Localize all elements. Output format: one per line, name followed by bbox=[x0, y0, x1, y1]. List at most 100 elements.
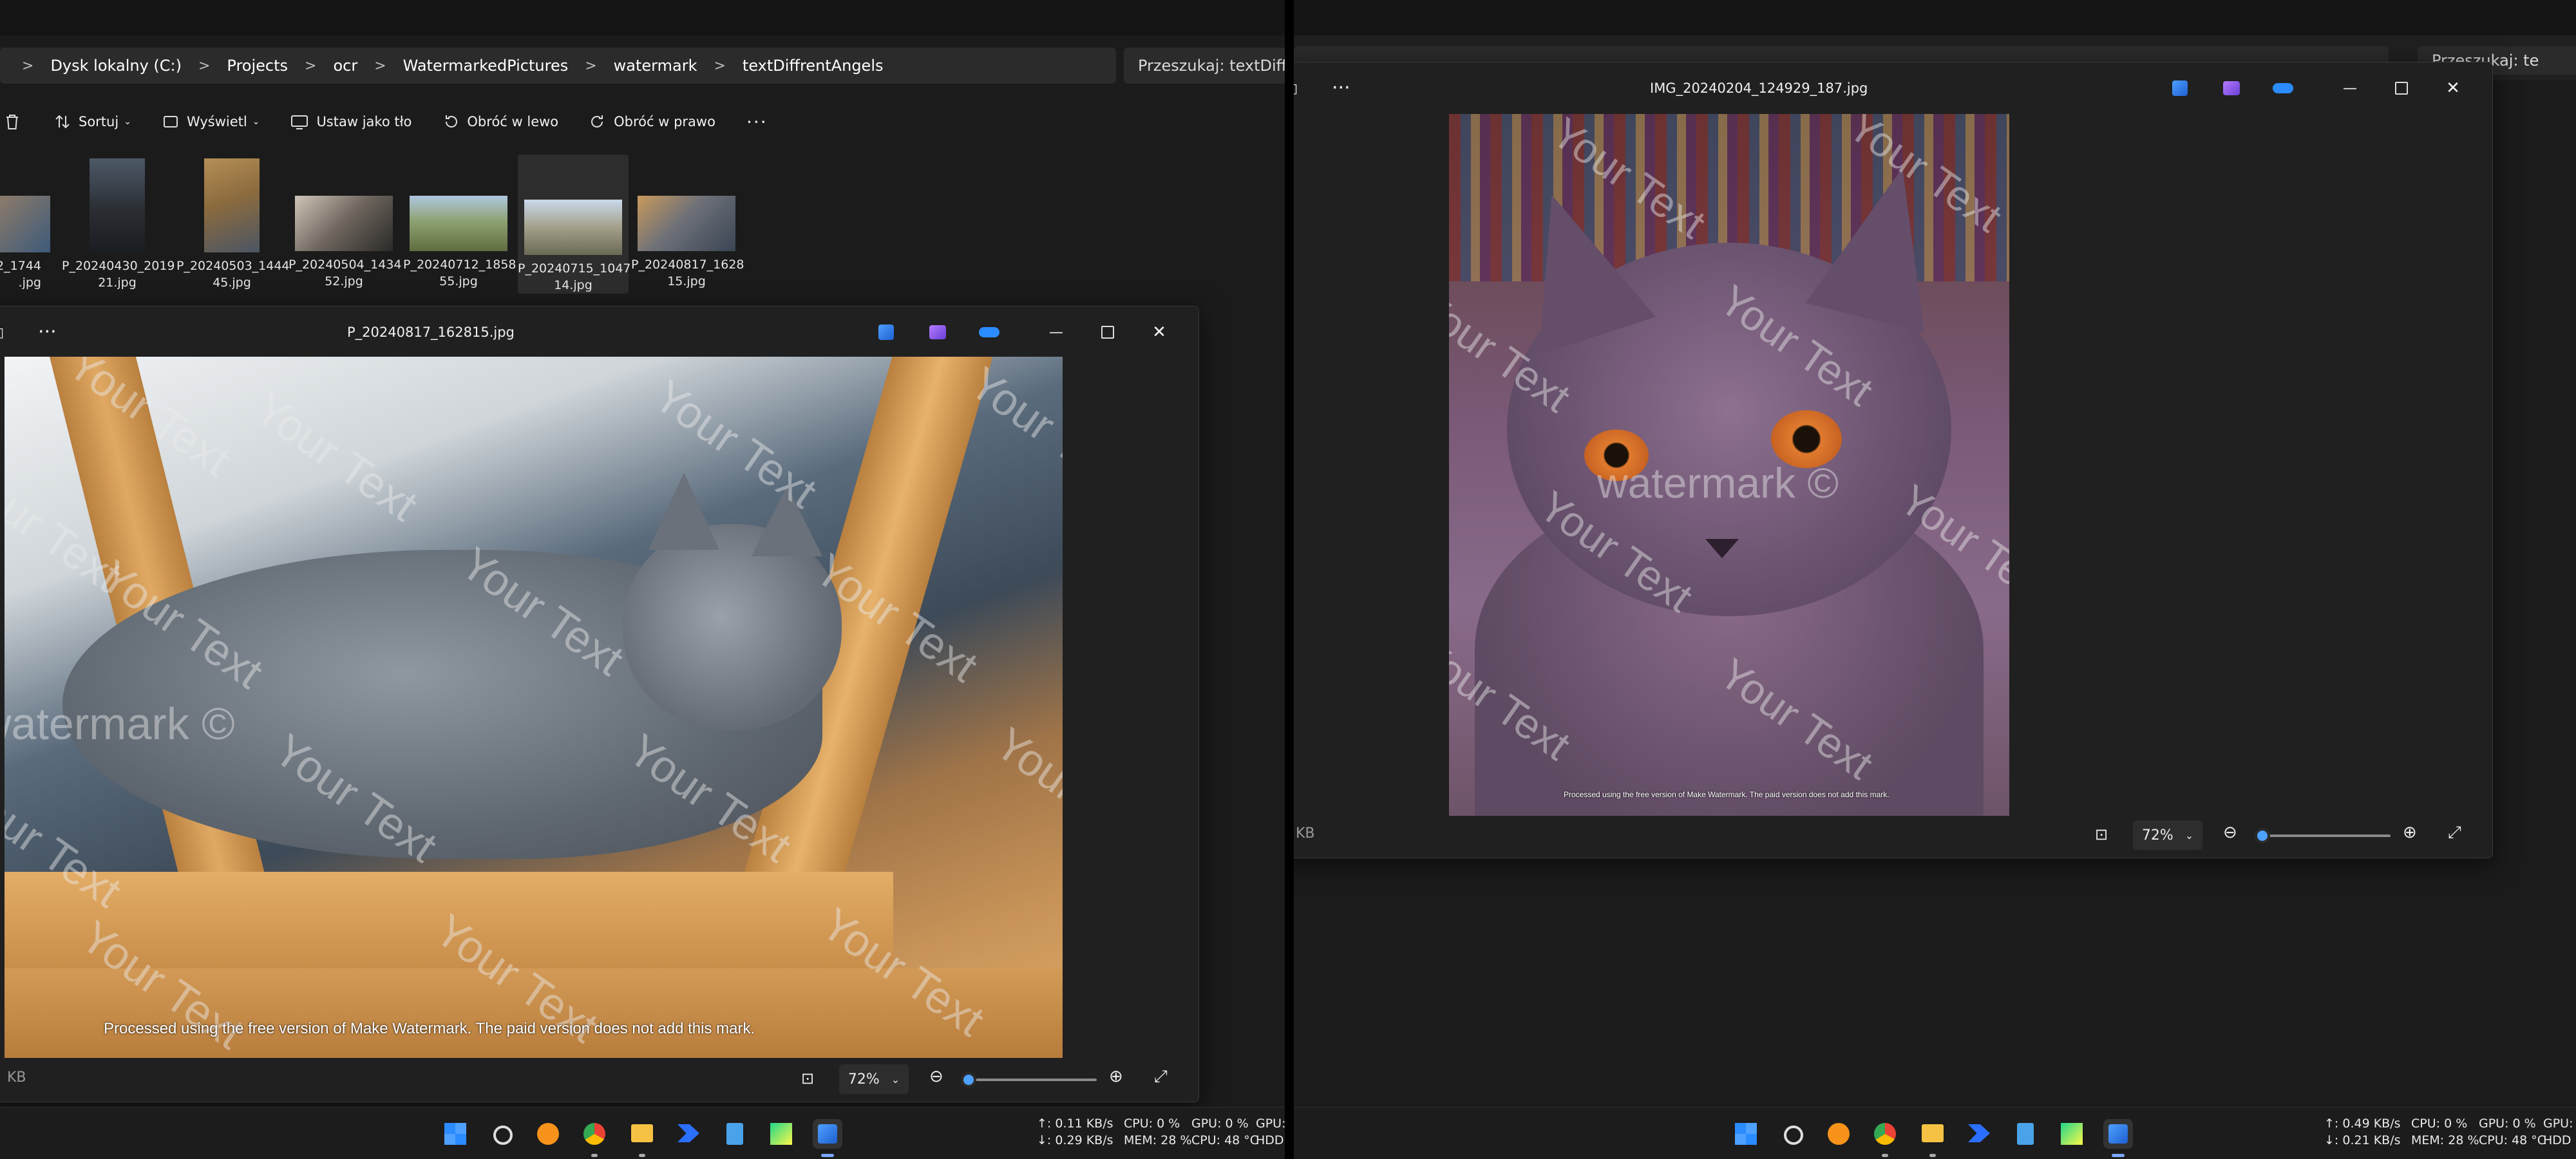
bitcoin-app-icon[interactable] bbox=[533, 1119, 563, 1149]
breadcrumb-item[interactable]: watermark bbox=[614, 57, 697, 75]
zoom-select[interactable]: 72% ⌄ bbox=[2133, 820, 2202, 850]
watermark-text: Your Text bbox=[245, 382, 427, 531]
more-options-button[interactable]: ··· bbox=[1332, 62, 1350, 114]
watermark-text: Your Text bbox=[960, 357, 1063, 505]
breadcrumb-item[interactable]: textDiffrentAngels bbox=[743, 57, 884, 75]
cat-nose bbox=[1705, 539, 1739, 558]
rotate-right-button[interactable]: Obróć w prawo bbox=[589, 113, 715, 130]
file-thumbnail[interactable]: 212_1744.jpg bbox=[0, 155, 50, 294]
power-automate-icon[interactable] bbox=[1964, 1119, 1994, 1149]
more-options-button[interactable]: ··· bbox=[38, 306, 57, 358]
zoom-slider-thumb[interactable] bbox=[960, 1072, 976, 1088]
clipchamp-icon[interactable] bbox=[2220, 77, 2243, 100]
chevron-right-icon: > bbox=[714, 57, 726, 74]
close-button[interactable]: ✕ bbox=[2441, 77, 2465, 100]
more-options-button[interactable]: ··· bbox=[746, 111, 768, 133]
watermark-notice: Processed using the free version of Make… bbox=[104, 1020, 755, 1037]
onedrive-icon[interactable] bbox=[978, 321, 1001, 344]
file-thumbnail[interactable]: P_20240817_1628 15.jpg bbox=[631, 155, 744, 294]
file-thumbnail-selected[interactable]: P_20240715_1047 14.jpg bbox=[518, 155, 631, 294]
file-name: P_20240504_1434 52.jpg bbox=[289, 258, 402, 288]
zoom-out-icon[interactable]: ⊖ bbox=[929, 1067, 943, 1086]
chrome-icon[interactable] bbox=[1870, 1119, 1900, 1149]
ellipsis-icon: ··· bbox=[746, 111, 768, 133]
zoom-slider-thumb[interactable] bbox=[2254, 828, 2270, 843]
photos-icon[interactable] bbox=[2103, 1119, 2133, 1149]
windows-start-icon[interactable] bbox=[1731, 1119, 1761, 1149]
thumbnail-image bbox=[295, 196, 393, 251]
thumbnail-image bbox=[524, 200, 622, 255]
active-indicator bbox=[639, 1154, 645, 1157]
trash-icon bbox=[6, 115, 18, 129]
zoom-slider[interactable] bbox=[960, 1072, 1097, 1088]
maximize-button[interactable] bbox=[1096, 321, 1119, 344]
edit-image-icon[interactable] bbox=[875, 321, 898, 344]
breadcrumb-item[interactable]: Dysk lokalny (C:) bbox=[50, 57, 182, 75]
rotate-left-icon bbox=[446, 115, 458, 127]
fullscreen-icon[interactable]: ⤢ bbox=[1154, 1067, 1168, 1087]
viewer-bottom-bar: KB ⊡ 72% ⌄ ⊖ ⊕ ⤢ bbox=[0, 1057, 1198, 1102]
clipchamp-icon[interactable] bbox=[926, 321, 949, 344]
file-thumbnail[interactable]: P_20240504_1434 52.jpg bbox=[289, 155, 402, 294]
view-label: Wyświetl bbox=[186, 114, 247, 129]
left-monitor: > Dysk lokalny (C:) > Projects > ocr > W… bbox=[0, 0, 1285, 1159]
search-input[interactable]: Przeszukaj: textDiffren bbox=[1124, 48, 1285, 84]
pycharm-icon[interactable] bbox=[766, 1119, 796, 1149]
set-background-button[interactable]: Ustaw jako tło bbox=[290, 113, 412, 130]
edit-image-icon[interactable] bbox=[2168, 77, 2192, 100]
fit-screen-icon[interactable]: ⊡ bbox=[2095, 825, 2108, 843]
notepad-icon[interactable] bbox=[2011, 1119, 2040, 1149]
thumbnail-image bbox=[410, 196, 507, 251]
breadcrumb-item[interactable]: ocr bbox=[333, 57, 357, 75]
file-size-label: KB bbox=[1296, 825, 1315, 842]
pycharm-icon[interactable] bbox=[2057, 1119, 2087, 1149]
bitcoin-app-icon[interactable] bbox=[1824, 1119, 1853, 1149]
zoom-select[interactable]: 72% ⌄ bbox=[839, 1064, 909, 1094]
photo-image: Your Text Your Text Your Text Your Text … bbox=[5, 357, 1063, 1058]
breadcrumb-item[interactable]: WatermarkedPictures bbox=[403, 57, 569, 75]
zoom-slider[interactable] bbox=[2254, 828, 2391, 843]
zoom-out-icon[interactable]: ⊖ bbox=[2223, 823, 2237, 842]
maximize-button[interactable] bbox=[2390, 77, 2413, 100]
file-name: P_20240712_1858 55.jpg bbox=[403, 258, 516, 288]
minimize-button[interactable]: — bbox=[1045, 321, 1068, 344]
breadcrumb-item[interactable]: Projects bbox=[227, 57, 288, 75]
back-icon[interactable]: ▯ bbox=[1294, 62, 1298, 114]
viewer-title: IMG_20240204_124929_187.jpg bbox=[1650, 80, 1868, 96]
file-thumbnail[interactable]: P_20240503_1444 45.jpg bbox=[176, 155, 290, 294]
back-icon[interactable]: ▯ bbox=[0, 306, 4, 358]
search-icon[interactable] bbox=[487, 1119, 516, 1149]
delete-button[interactable] bbox=[4, 113, 28, 131]
explorer-toolbar: Sortuj ⌄ Wyświetl ⌄ Ustaw jako tło Obróć… bbox=[0, 97, 1285, 147]
photos-viewer-window: ▯ ··· P_20240817_162815.jpg — ✕ Your Tex… bbox=[0, 306, 1199, 1102]
address-bar[interactable]: > Dysk lokalny (C:) > Projects > ocr > W… bbox=[0, 48, 1116, 84]
view-button[interactable]: Wyświetl ⌄ bbox=[162, 113, 260, 130]
fullscreen-icon[interactable]: ⤢ bbox=[2448, 823, 2461, 843]
file-explorer-icon[interactable] bbox=[627, 1119, 657, 1149]
zoom-in-icon[interactable]: ⊕ bbox=[2403, 823, 2417, 842]
power-automate-icon[interactable] bbox=[674, 1119, 703, 1149]
file-thumbnail[interactable]: P_20240712_1858 55.jpg bbox=[403, 155, 516, 294]
thumbnail-image bbox=[0, 196, 50, 252]
gpu-disk-stats: GPU: HDD bbox=[2543, 1117, 2573, 1147]
fit-screen-icon[interactable]: ⊡ bbox=[801, 1069, 814, 1088]
file-name: 212_1744.jpg bbox=[0, 259, 41, 290]
photos-icon[interactable] bbox=[813, 1119, 842, 1149]
onedrive-icon[interactable] bbox=[2271, 77, 2295, 100]
close-button[interactable]: ✕ bbox=[1148, 321, 1171, 344]
file-thumbnail[interactable]: P_20240430_2019 21.jpg bbox=[62, 155, 175, 294]
minimize-button[interactable]: — bbox=[2338, 77, 2362, 100]
zoom-in-icon[interactable]: ⊕ bbox=[1109, 1067, 1123, 1086]
sort-button[interactable]: Sortuj ⌄ bbox=[54, 113, 131, 130]
file-name: P_20240430_2019 21.jpg bbox=[62, 259, 175, 290]
rotate-left-button[interactable]: Obróć w lewo bbox=[442, 113, 558, 130]
notepad-icon[interactable] bbox=[720, 1119, 750, 1149]
windows-start-icon[interactable] bbox=[440, 1119, 470, 1149]
file-explorer-icon[interactable] bbox=[1918, 1119, 1947, 1149]
watermark-brand: watermark © bbox=[5, 699, 235, 749]
search-icon[interactable] bbox=[1777, 1119, 1807, 1149]
zoom-value: 72% bbox=[848, 1071, 880, 1088]
net-stats: ↑: 0.11 KB/s ↓: 0.29 KB/s bbox=[1037, 1117, 1113, 1147]
sort-label: Sortuj bbox=[79, 114, 119, 129]
chrome-icon[interactable] bbox=[580, 1119, 609, 1149]
